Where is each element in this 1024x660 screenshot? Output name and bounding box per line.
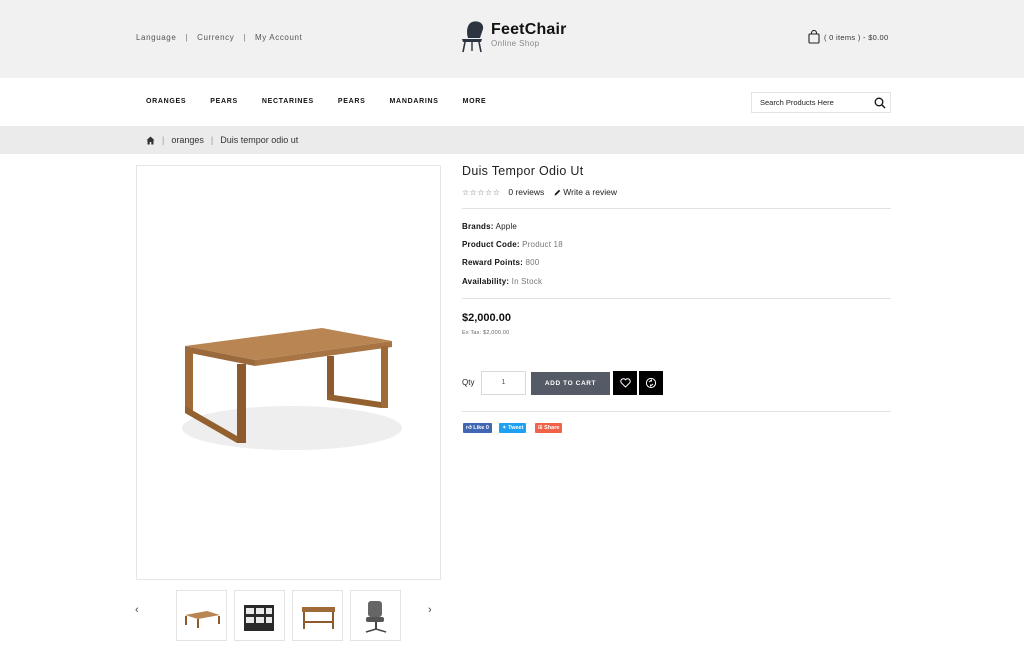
brand-link[interactable]: Apple: [496, 222, 517, 231]
nav-item-more[interactable]: MORE: [463, 98, 487, 105]
separator: |: [185, 33, 189, 42]
currency-link[interactable]: Currency: [197, 33, 234, 42]
thumbnail-office-chair[interactable]: [350, 590, 401, 641]
quantity-input[interactable]: 1: [481, 371, 526, 395]
language-link[interactable]: Language: [136, 33, 176, 42]
share-plus-icon: ⊞: [538, 425, 543, 431]
product-title: Duis Tempor Odio Ut: [462, 164, 584, 178]
facebook-like-button[interactable]: 👍︎ Like 0: [463, 423, 492, 433]
spec-label: Product Code:: [462, 240, 520, 249]
share-label: Share: [544, 425, 560, 431]
twitter-bird-icon: ✦: [502, 425, 507, 431]
main-nav: ORANGES PEARS NECTARINES PEARS MANDARINS…: [146, 98, 510, 105]
write-review-link[interactable]: Write a review: [554, 187, 617, 197]
ex-tax-price: Ex Tax: $2,000.00: [462, 330, 510, 336]
thumbnail-table-image: [185, 611, 220, 628]
home-icon[interactable]: [146, 136, 155, 145]
wooden-table-image: [182, 328, 402, 450]
search-icon[interactable]: [874, 97, 886, 109]
share-button[interactable]: ⊞ Share: [535, 423, 563, 433]
wishlist-button[interactable]: [613, 371, 637, 395]
pencil-icon: [554, 189, 561, 195]
product-rating: ☆☆☆☆☆ 0 reviews Write a review: [462, 187, 617, 197]
thumbnail-prev-arrow[interactable]: ‹: [135, 604, 139, 616]
nav-item-pears-2[interactable]: PEARS: [338, 98, 366, 105]
nav-item-mandarins[interactable]: MANDARINS: [390, 98, 439, 105]
breadcrumb-item-current[interactable]: Duis tempor odio ut: [220, 135, 298, 145]
breadcrumb-item-oranges[interactable]: oranges: [171, 135, 204, 145]
nav-item-oranges[interactable]: ORANGES: [146, 98, 186, 105]
thumbnail-storage-image: [244, 605, 274, 631]
thumbnail-chair-image: [365, 601, 387, 633]
search-input[interactable]: Search Products Here: [751, 92, 891, 113]
logo-title: FeetChair: [491, 21, 567, 38]
breadcrumb: | oranges | Duis tempor odio ut: [146, 135, 298, 145]
thumbs-up-icon: 👍︎: [466, 425, 472, 431]
add-to-cart-button[interactable]: ADD TO CART: [531, 372, 610, 395]
write-review-label: Write a review: [563, 187, 617, 197]
cart-button[interactable]: ( 0 items ) - $0.00: [808, 30, 888, 44]
my-account-link[interactable]: My Account: [255, 33, 302, 42]
quantity-label: Qty: [462, 378, 475, 387]
thumbnail-desk-image: [302, 607, 335, 629]
thumbnail-next-arrow[interactable]: ›: [428, 604, 432, 616]
logo-subtitle: Online Shop: [491, 39, 540, 48]
breadcrumb-separator: |: [210, 135, 214, 145]
star-rating-icon: ☆☆☆☆☆: [462, 187, 501, 197]
spec-label: Availability:: [462, 277, 510, 286]
main-product-image[interactable]: [136, 165, 441, 580]
like-label: Like 0: [473, 425, 489, 431]
reviews-link[interactable]: 0 reviews: [508, 187, 544, 197]
spec-availability: Availability: In Stock: [462, 277, 542, 286]
nav-item-nectarines[interactable]: NECTARINES: [262, 98, 314, 105]
thumbnail-storage[interactable]: [234, 590, 285, 641]
spec-label: Brands:: [462, 222, 494, 231]
divider: [462, 411, 891, 412]
tweet-label: Tweet: [508, 425, 524, 431]
nav-item-pears[interactable]: PEARS: [210, 98, 238, 105]
compare-icon: [645, 377, 657, 389]
thumbnail-desk[interactable]: [292, 590, 343, 641]
heart-icon: [619, 378, 631, 388]
site-logo[interactable]: FeetChair Online Shop: [458, 20, 567, 54]
product-price: $2,000.00: [462, 312, 511, 324]
top-links: Language | Currency | My Account: [136, 33, 302, 42]
spec-label: Reward Points:: [462, 258, 524, 267]
spec-brand: Brands: Apple: [462, 222, 517, 231]
cart-summary: ( 0 items ) - $0.00: [824, 32, 889, 42]
divider: [462, 298, 891, 299]
thumbnail-table[interactable]: [176, 590, 227, 641]
spec-value: In Stock: [511, 277, 543, 286]
spec-value: Product 18: [522, 240, 563, 249]
tweet-button[interactable]: ✦ Tweet: [499, 423, 527, 433]
spec-reward-points: Reward Points: 800: [462, 258, 539, 267]
spec-value: 800: [525, 258, 540, 267]
chair-logo-icon: [462, 21, 484, 53]
compare-button[interactable]: [639, 371, 663, 395]
search-placeholder: Search Products Here: [760, 98, 834, 107]
separator: |: [243, 33, 247, 42]
shopping-bag-icon: [808, 30, 820, 44]
divider: [462, 208, 891, 209]
spec-product-code: Product Code: Product 18: [462, 240, 563, 249]
breadcrumb-separator: |: [162, 135, 165, 145]
